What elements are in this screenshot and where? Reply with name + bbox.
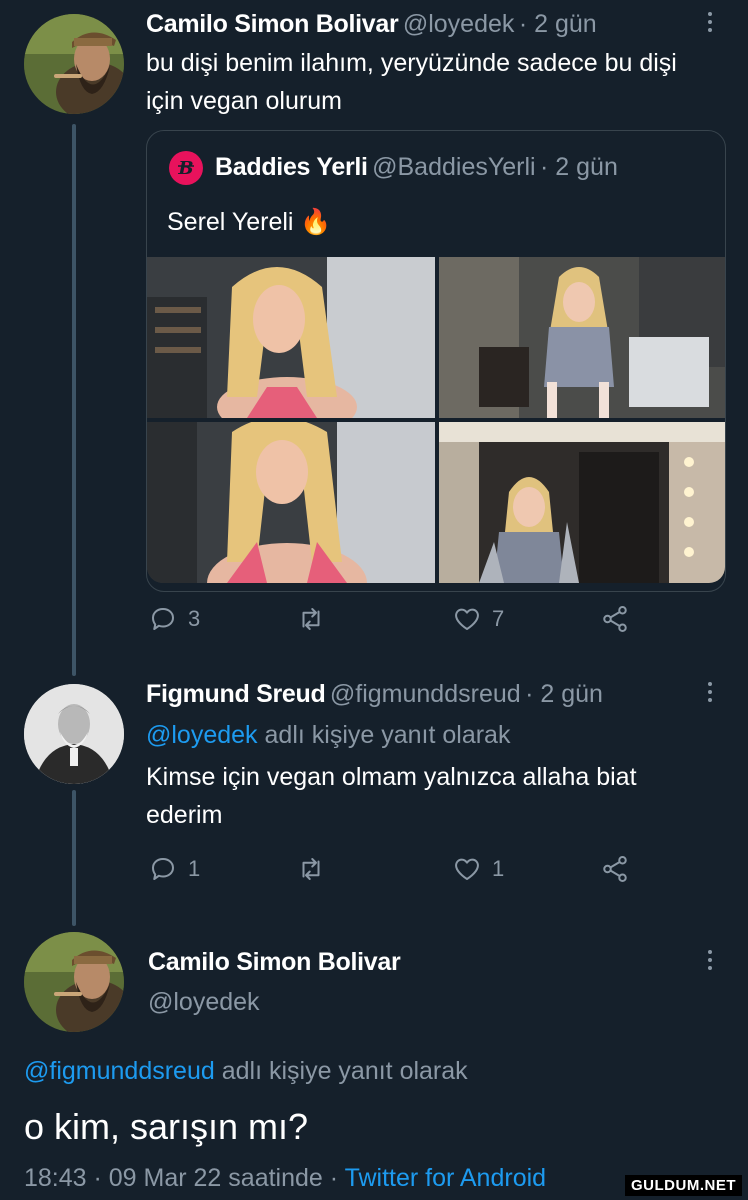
avatar[interactable] [24,14,124,114]
watermark-logo: GULDUM.NET [625,1175,742,1196]
share-button[interactable] [600,604,630,634]
more-options-icon[interactable] [706,950,714,970]
more-options-icon[interactable] [706,682,714,702]
author-handle[interactable]: @figmunddsreud [330,680,521,708]
reply-context: @figmunddsreud adlı kişiye yanıt olarak [24,1052,468,1090]
reply-button[interactable]: 3 [148,604,296,634]
author-name[interactable]: Camilo Simon Bolivar [148,948,401,977]
like-button[interactable]: 1 [452,854,600,884]
reply-to-label: adlı kişiye yanıt olarak [257,721,511,749]
avatar-image-camilo [24,14,124,114]
quote-header: Baddies Yerli @BaddiesYerli · 2 gün [215,153,618,182]
quote-text: Serel Yereli 🔥 [167,208,332,236]
quote-author-name: Baddies Yerli [215,153,368,181]
more-options-icon[interactable] [706,12,714,32]
like-button[interactable]: 7 [452,604,600,634]
media-photo-4[interactable] [439,422,725,583]
heart-icon [455,608,479,630]
quoted-tweet[interactable]: B Baddies Yerli @BaddiesYerli · 2 gün Se… [146,130,726,592]
tweet-time[interactable]: · 2 gün [525,680,603,708]
like-count: 7 [492,606,505,631]
media-photo-1[interactable] [147,257,435,418]
thread-line-2 [72,790,76,926]
media-photo-2[interactable] [439,257,725,418]
share-icon [603,856,627,882]
avatar-image-camilo [24,932,124,1032]
author-name[interactable]: Camilo Simon Bolivar [146,10,399,38]
tweet-header: Camilo Simon Bolivar @loyedek · 2 gün [146,10,597,39]
avatar-image-figmund [24,684,124,784]
reply-icon [152,858,174,880]
reply-icon [152,608,174,630]
quote-author-handle: @BaddiesYerli [372,153,536,181]
share-icon [603,606,627,632]
thread-line-1 [72,124,76,676]
tweet-actions: 3 7 [148,604,648,634]
tweet-text: o kim, sarışın mı? [24,1106,309,1147]
retweet-button[interactable] [296,604,452,634]
retweet-icon [302,608,320,630]
avatar[interactable] [24,932,124,1032]
author-handle[interactable]: @loyedek [403,10,515,38]
tweet-source[interactable]: Twitter for Android [345,1164,546,1192]
avatar[interactable] [24,684,124,784]
reply-count: 3 [188,606,201,631]
media-photo-3[interactable] [147,422,435,583]
author-handle[interactable]: @loyedek [148,988,260,1017]
tweet-actions: 1 1 [148,854,648,884]
media-grid [147,257,725,583]
heart-icon [455,858,479,880]
author-name[interactable]: Figmund Sreud [146,680,326,708]
svg-text:B: B [177,158,193,179]
reply-context: @loyedek adlı kişiye yanıt olarak [146,716,510,754]
tweet-text: bu dişi benim ilahım, yeryüzünde sadece … [146,49,677,115]
reply-button[interactable]: 1 [148,854,296,884]
reply-to-handle[interactable]: @loyedek [146,721,258,749]
tweet-meta: 18:43 · 09 Mar 22 saatinde · Twitter for… [24,1164,546,1193]
tweet-time[interactable]: · 2 gün [519,10,597,38]
quote-time: · 2 gün [540,153,618,181]
like-count: 1 [492,856,505,881]
reply-to-label: adlı kişiye yanıt olarak [214,1057,468,1085]
retweet-button[interactable] [296,854,452,884]
share-button[interactable] [600,854,630,884]
reply-to-handle[interactable]: @figmunddsreud [24,1057,215,1085]
retweet-icon [302,858,320,880]
tweet-text: Kimse için vegan olmam yalnızca allaha b… [146,763,637,829]
baddies-logo-icon: B [169,151,203,185]
tweet-timestamp[interactable]: 18:43 · 09 Mar 22 saatinde · [24,1164,345,1192]
tweet-header: Figmund Sreud @figmunddsreud · 2 gün [146,680,603,709]
reply-count: 1 [188,856,201,881]
